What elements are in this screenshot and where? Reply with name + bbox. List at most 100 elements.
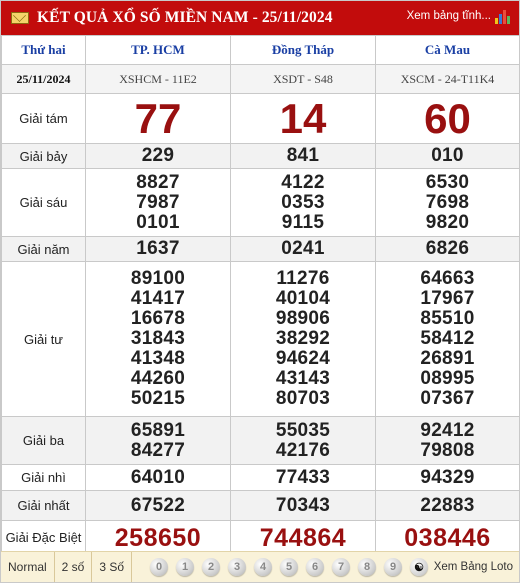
prize-number: 8827 bbox=[136, 171, 180, 193]
prize-label-g1: Giải nhất bbox=[1, 490, 86, 521]
prize-number: 11276 bbox=[276, 268, 330, 289]
prize-g2-dt: 77433 bbox=[230, 464, 376, 491]
prize-number: 85510 bbox=[420, 308, 475, 329]
prize-number: 64663 bbox=[420, 268, 475, 289]
prize-number: 7698 bbox=[425, 191, 470, 213]
prize-number: 6530 bbox=[425, 171, 470, 193]
prize-number: 77 bbox=[134, 94, 182, 142]
prize-number: 64010 bbox=[130, 466, 186, 488]
digit-4-button[interactable]: 4 bbox=[254, 558, 273, 576]
prize-number: 31843 bbox=[130, 328, 186, 349]
prize-number: 43143 bbox=[275, 368, 331, 389]
special-prize-number: 258650 bbox=[114, 523, 202, 552]
prize-label-g8: Giải tám bbox=[1, 93, 86, 144]
digit-1-button[interactable]: 1 bbox=[176, 558, 195, 576]
prize-g2-cm: 94329 bbox=[375, 464, 520, 491]
digit-9-button[interactable]: 9 bbox=[384, 558, 403, 576]
prize-number: 44260 bbox=[130, 368, 186, 389]
prize-special-hcm: 258650 bbox=[85, 520, 231, 555]
prize-g2-hcm: 64010 bbox=[85, 464, 231, 491]
prize-number: 07367 bbox=[420, 388, 475, 409]
province-hcm[interactable]: TP. HCM bbox=[85, 35, 231, 65]
prize-g5-cm: 6826 bbox=[375, 236, 520, 262]
prize-number: 98906 bbox=[275, 308, 331, 329]
digit-0-button[interactable]: 0 bbox=[150, 558, 169, 576]
prize-g5-hcm: 1637 bbox=[85, 236, 231, 262]
province-dong-thap[interactable]: Đồng Tháp bbox=[230, 35, 376, 65]
prize-number: 0101 bbox=[136, 211, 180, 233]
special-prize-number: 744864 bbox=[259, 523, 347, 552]
loto-table-link[interactable]: Xem Bảng Loto bbox=[434, 552, 513, 582]
prize-number: 7987 bbox=[136, 191, 180, 213]
code-dong-thap: XSDT - S48 bbox=[230, 64, 376, 94]
prize-number: 010 bbox=[431, 145, 464, 166]
bar-chart-icon[interactable] bbox=[495, 8, 511, 24]
prize-number: 22883 bbox=[420, 494, 475, 516]
prize-number: 9820 bbox=[425, 211, 470, 233]
stats-table-link[interactable]: Xem bảng tĩnh... bbox=[407, 10, 491, 22]
prize-g8-dt: 14 bbox=[230, 93, 376, 144]
prize-g8-hcm: 77 bbox=[85, 93, 231, 144]
tab-normal[interactable]: Normal bbox=[1, 552, 55, 582]
prize-number: 89100 bbox=[130, 268, 186, 289]
weekday-label: Thứ hai bbox=[1, 35, 86, 65]
code-ca-mau: XSCM - 24-T11K4 bbox=[375, 64, 520, 94]
prize-number: 65891 bbox=[130, 419, 186, 441]
digit-3-button[interactable]: 3 bbox=[228, 558, 247, 576]
province-ca-mau[interactable]: Cà Mau bbox=[375, 35, 520, 65]
results-table: Thứ hai TP. HCM Đồng Tháp Cà Mau 25/11/2… bbox=[1, 35, 520, 555]
tab-3-digits[interactable]: 3 Số bbox=[92, 552, 133, 582]
prize-number: 08995 bbox=[420, 368, 475, 389]
prize-number: 17967 bbox=[420, 288, 475, 309]
digit-filter: 0 1 2 3 4 5 6 7 8 9 ☯ bbox=[150, 558, 436, 576]
prize-number: 94624 bbox=[275, 348, 331, 369]
prize-number: 0353 bbox=[281, 191, 325, 213]
prize-number: 41348 bbox=[130, 348, 186, 369]
prize-number: 0241 bbox=[281, 238, 325, 259]
prize-number: 92412 bbox=[420, 419, 475, 441]
prize-g4-cm: 64663 17967 85510 58412 26891 08995 0736… bbox=[375, 261, 520, 417]
prize-number: 26891 bbox=[420, 348, 475, 369]
prize-label-g6: Giải sáu bbox=[1, 168, 86, 237]
prize-label-g4: Giải tư bbox=[1, 261, 86, 417]
prize-label-g5: Giải năm bbox=[1, 236, 86, 262]
mail-icon bbox=[11, 12, 29, 24]
prize-g4-dt: 11276 40104 98906 38292 94624 43143 8070… bbox=[230, 261, 376, 417]
prize-g3-dt: 55035 42176 bbox=[230, 416, 376, 465]
prize-number: 58412 bbox=[420, 328, 475, 349]
prize-number: 70343 bbox=[275, 494, 331, 516]
prize-g6-cm: 6530 7698 9820 bbox=[375, 168, 520, 237]
prize-number: 55035 bbox=[275, 419, 331, 441]
prize-number: 84277 bbox=[130, 439, 186, 461]
digit-7-button[interactable]: 7 bbox=[332, 558, 351, 576]
prize-g4-hcm: 89100 41417 16678 31843 41348 44260 5021… bbox=[85, 261, 231, 417]
prize-number: 42176 bbox=[275, 439, 331, 461]
digit-8-button[interactable]: 8 bbox=[358, 558, 377, 576]
prize-g5-dt: 0241 bbox=[230, 236, 376, 262]
prize-number: 79808 bbox=[420, 439, 475, 461]
yin-yang-icon[interactable]: ☯ bbox=[410, 558, 429, 576]
prize-g7-cm: 010 bbox=[375, 143, 520, 169]
prize-number: 80703 bbox=[275, 388, 331, 409]
prize-number: 14 bbox=[279, 94, 327, 142]
prize-number: 4122 bbox=[281, 171, 325, 193]
prize-number: 38292 bbox=[275, 328, 331, 349]
digit-5-button[interactable]: 5 bbox=[280, 558, 299, 576]
prize-special-dt: 744864 bbox=[230, 520, 376, 555]
code-hcm: XSHCM - 11E2 bbox=[85, 64, 231, 94]
digit-6-button[interactable]: 6 bbox=[306, 558, 325, 576]
prize-number: 16678 bbox=[130, 308, 186, 329]
results-toolbar: Normal 2 số 3 Số 0 1 2 3 4 5 6 7 8 9 ☯ X… bbox=[1, 551, 519, 582]
prize-number: 41417 bbox=[130, 288, 186, 309]
prize-g1-hcm: 67522 bbox=[85, 490, 231, 521]
prize-g1-dt: 70343 bbox=[230, 490, 376, 521]
prize-label-g7: Giải bảy bbox=[1, 143, 86, 169]
tab-2-digits[interactable]: 2 số bbox=[55, 552, 93, 582]
draw-date: 25/11/2024 bbox=[1, 64, 86, 94]
prize-number: 60 bbox=[424, 94, 471, 142]
prize-label-g2: Giải nhì bbox=[1, 464, 86, 491]
digit-2-button[interactable]: 2 bbox=[202, 558, 221, 576]
prize-number: 841 bbox=[286, 145, 320, 166]
page-title: KẾT QUẢ XỔ SỐ MIỀN NAM - 25/11/2024 bbox=[37, 9, 333, 26]
results-header: KẾT QUẢ XỔ SỐ MIỀN NAM - 25/11/2024 Xem … bbox=[1, 1, 519, 35]
